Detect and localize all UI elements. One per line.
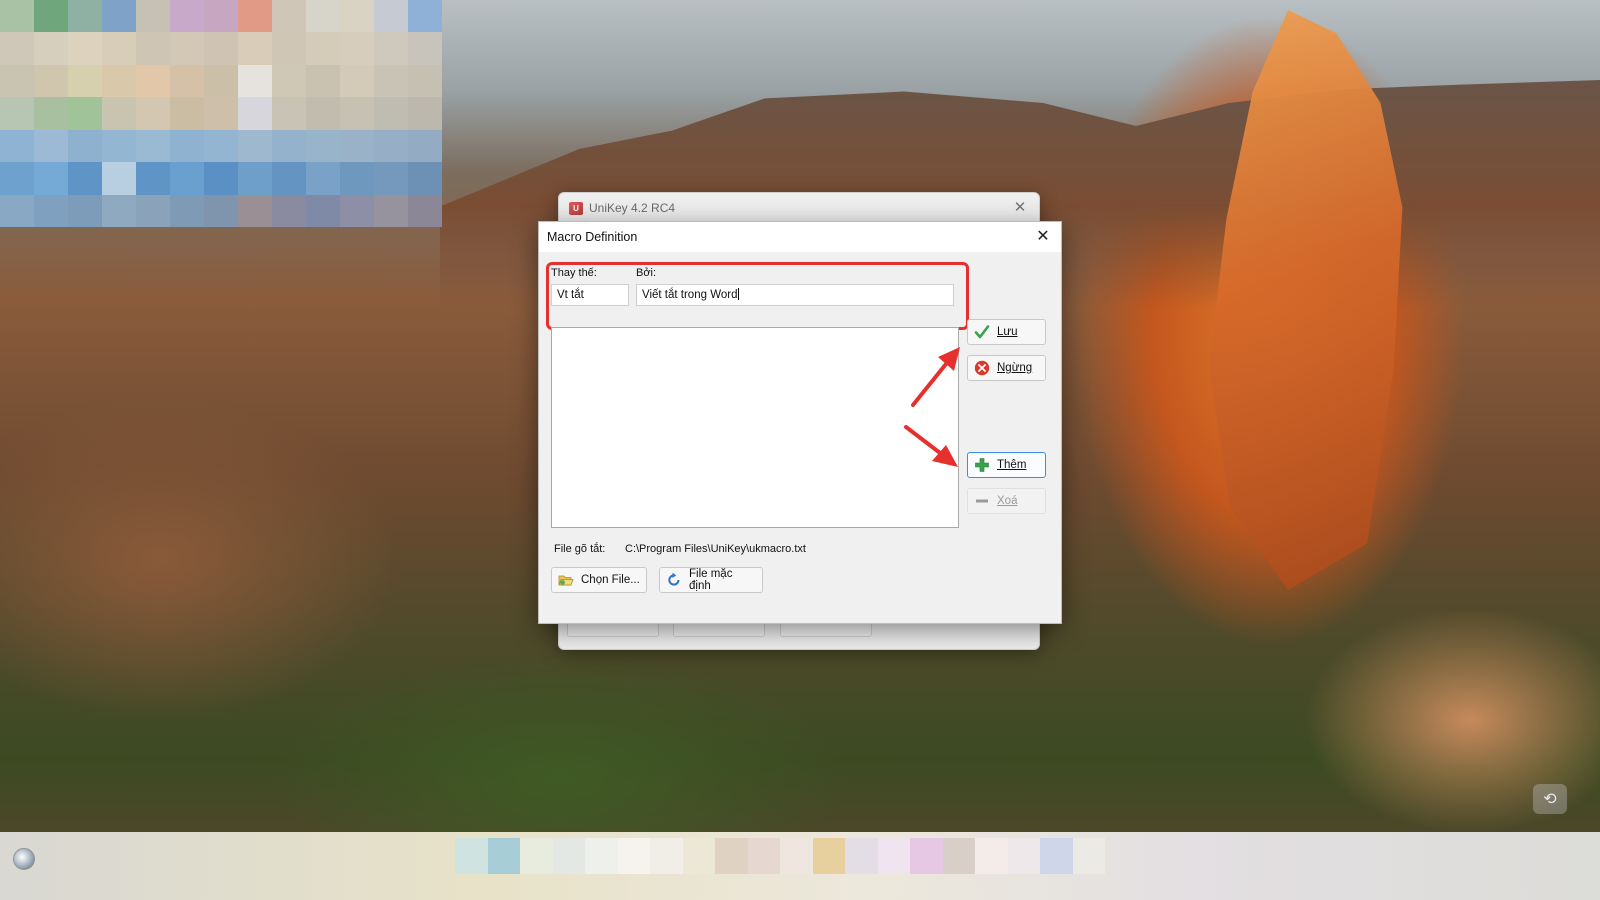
- unikey-window-title: UniKey 4.2 RC4: [589, 201, 676, 215]
- save-button[interactable]: Lưu: [967, 319, 1046, 345]
- stop-button-label: Ngừng: [997, 362, 1033, 374]
- choose-file-label: Chọn File...: [581, 574, 640, 586]
- default-file-label: File mặc định: [689, 568, 733, 592]
- unikey-close-icon[interactable]: ✕: [1011, 199, 1029, 217]
- dialog-title: Macro Definition: [547, 230, 638, 244]
- start-orb-icon[interactable]: [13, 848, 35, 870]
- add-button-label: Thêm: [997, 459, 1027, 471]
- choose-file-button[interactable]: Chọn File...: [551, 567, 647, 593]
- macro-definition-dialog: Macro Definition ✕ Thay thế: Bởi: Vt tắt…: [538, 221, 1062, 624]
- reset-icon: [666, 572, 682, 588]
- delete-button[interactable]: Xoá: [967, 488, 1046, 514]
- by-input-value: Viết tắt trong Word: [642, 289, 738, 301]
- close-icon[interactable]: ✕: [1031, 226, 1055, 248]
- delete-button-label: Xoá: [997, 495, 1018, 507]
- by-label: Bởi:: [636, 267, 657, 279]
- add-button[interactable]: Thêm: [967, 452, 1046, 478]
- folder-open-icon: [558, 572, 574, 588]
- text-caret: [738, 288, 740, 300]
- by-input[interactable]: Viết tắt trong Word: [636, 284, 954, 306]
- unikey-titlebar: U UniKey 4.2 RC4: [559, 193, 1039, 224]
- replace-input-value: Vt tắt: [557, 289, 584, 301]
- plus-icon: [974, 457, 990, 473]
- dialog-titlebar: Macro Definition ✕: [539, 222, 1061, 252]
- checkmark-icon: [974, 324, 990, 340]
- unikey-logo-icon: U: [569, 201, 583, 215]
- taskbar: ⟲: [0, 784, 1600, 900]
- replace-input[interactable]: Vt tắt: [551, 284, 629, 306]
- desktop-widget-icon[interactable]: ⟲: [1533, 784, 1567, 814]
- file-label: File gõ tắt:: [554, 543, 606, 555]
- default-file-button[interactable]: File mặc định: [659, 567, 763, 593]
- file-path: C:\Program Files\UniKey\ukmacro.txt: [625, 543, 806, 555]
- replace-label: Thay thế:: [551, 267, 597, 279]
- macro-list[interactable]: [551, 327, 959, 528]
- stop-icon: [974, 360, 990, 376]
- pixelated-region: [0, 0, 442, 227]
- minus-icon: [974, 493, 990, 509]
- taskbar-pixelated-strip: [455, 838, 1105, 874]
- save-button-label: Lưu: [997, 326, 1018, 338]
- stop-button[interactable]: Ngừng: [967, 355, 1046, 381]
